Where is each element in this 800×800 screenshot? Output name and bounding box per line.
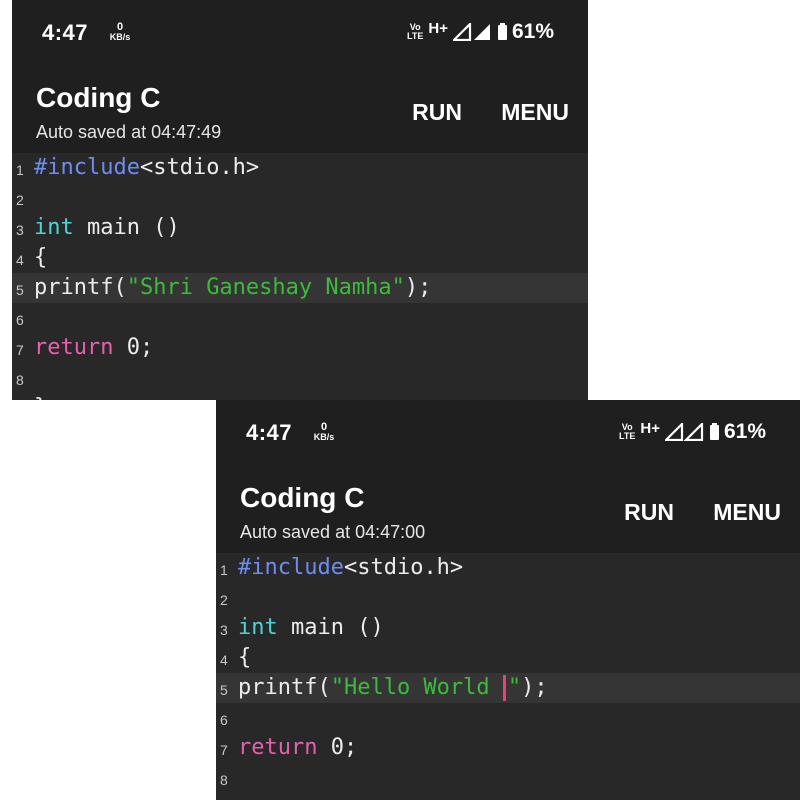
code-line[interactable]: 4 { — [12, 243, 588, 273]
run-button[interactable]: RUN — [412, 99, 462, 126]
line-number: 4 — [16, 252, 24, 268]
preprocessor-directive: #include — [34, 155, 140, 180]
network-speed-unit: KB/s — [109, 32, 131, 42]
status-bar: 4:47 0 KB/s Vo LTE H+ 61% — [12, 0, 588, 75]
app-title: Coding C — [240, 482, 365, 513]
text-cursor — [502, 675, 506, 701]
run-button[interactable]: RUN — [624, 499, 674, 526]
line-number: 5 — [16, 282, 24, 298]
network-speed-value: 0 — [116, 21, 124, 33]
status-time: 4:47 — [42, 20, 89, 45]
line-number: 3 — [220, 622, 228, 638]
type-keyword: int — [34, 215, 74, 240]
code-line[interactable]: 2 — [12, 183, 588, 213]
screenshot-top: 4:47 0 KB/s Vo LTE H+ 61% Coding C Auto s… — [12, 0, 588, 400]
return-value: 0; — [317, 735, 358, 760]
autosave-status: Auto saved at 04:47:00 — [240, 522, 426, 542]
battery-icon — [709, 422, 719, 440]
function-call: printf( — [238, 675, 331, 700]
line-number: 1 — [220, 562, 228, 578]
signal-icon — [664, 423, 705, 441]
close-brace: } — [34, 393, 47, 400]
network-speed: 0 KB/s — [310, 421, 338, 443]
signal-icon — [452, 23, 493, 41]
line-number: 1 — [16, 162, 24, 178]
line-number: 7 — [16, 342, 24, 358]
code-editor[interactable]: 1 #include<stdio.h> 2 3 int main () 4 { … — [12, 153, 588, 400]
status-time: 4:47 — [246, 420, 293, 445]
open-brace: { — [238, 645, 252, 670]
code-line[interactable]: 1 #include<stdio.h> — [216, 553, 800, 583]
code-line-current[interactable]: 5 printf("Hello World "); — [216, 673, 800, 703]
screenshot-bottom: 4:47 0 KB/s Vo LTE H+ 61% Coding C Auto s… — [216, 400, 800, 800]
code-line[interactable]: 3 int main () — [12, 213, 588, 243]
code-line[interactable]: } — [12, 393, 588, 400]
string-literal-start: "Hello World — [330, 675, 503, 700]
return-keyword: return — [238, 735, 318, 760]
code-line[interactable]: 7 return 0; — [12, 333, 588, 363]
battery-percent: 61% — [511, 20, 554, 43]
code-line[interactable]: 6 — [216, 703, 800, 733]
statement-end: ); — [404, 275, 432, 300]
type-keyword: int — [238, 615, 278, 640]
network-speed-value: 0 — [320, 421, 328, 433]
function-signature: main () — [277, 615, 384, 640]
volte-icon: Vo LTE — [619, 422, 636, 441]
return-keyword: return — [34, 335, 114, 360]
return-value: 0; — [113, 335, 154, 360]
code-line[interactable]: 7 return 0; — [216, 733, 800, 763]
line-number: 8 — [16, 372, 24, 388]
function-signature: main () — [73, 215, 180, 240]
autosave-status: Auto saved at 04:47:49 — [36, 122, 222, 142]
line-number: 8 — [220, 772, 228, 788]
app-bar: Coding C Auto saved at 04:47:49 RUN MENU — [12, 75, 588, 153]
battery-icon — [497, 22, 507, 40]
string-literal-end: " — [507, 675, 522, 700]
network-speed-unit: KB/s — [313, 432, 335, 442]
code-line[interactable]: 4 { — [216, 643, 800, 673]
line-number: 6 — [16, 312, 24, 328]
line-number: 4 — [220, 652, 228, 668]
app-bar: Coding C Auto saved at 04:47:00 RUN MENU — [216, 475, 800, 553]
status-icons: Vo LTE H+ 61% — [619, 420, 766, 444]
line-number: 3 — [16, 222, 24, 238]
preprocessor-directive: #include — [238, 555, 344, 580]
network-type: H+ — [640, 419, 660, 437]
string-literal: "Shri Ganeshay Namha" — [126, 275, 405, 300]
line-number: 5 — [220, 682, 228, 698]
code-line[interactable]: 8 — [12, 363, 588, 393]
line-number: 6 — [220, 712, 228, 728]
header-name: <stdio.h> — [139, 155, 260, 180]
status-icons: Vo LTE H+ 61% — [407, 20, 554, 44]
battery-percent: 61% — [723, 420, 766, 443]
code-editor[interactable]: 1 #include<stdio.h> 2 3 int main () 4 { … — [216, 553, 800, 800]
line-number: 2 — [220, 592, 228, 608]
menu-button[interactable]: MENU — [501, 99, 569, 126]
network-type: H+ — [428, 19, 448, 37]
code-line[interactable]: 6 — [12, 303, 588, 333]
open-brace: { — [34, 245, 48, 270]
header-name: <stdio.h> — [343, 555, 464, 580]
code-line[interactable]: 8 — [216, 763, 800, 793]
code-line[interactable]: 2 — [216, 583, 800, 613]
code-line[interactable]: 1 #include<stdio.h> — [12, 153, 588, 183]
line-number: 7 — [220, 742, 228, 758]
menu-button[interactable]: MENU — [713, 499, 781, 526]
network-speed: 0 KB/s — [106, 21, 134, 43]
statement-end: ); — [521, 675, 548, 700]
code-line[interactable]: 3 int main () — [216, 613, 800, 643]
status-bar: 4:47 0 KB/s Vo LTE H+ 61% — [216, 400, 800, 475]
function-call: printf( — [34, 275, 127, 300]
line-number: 2 — [16, 192, 24, 208]
volte-icon: Vo LTE — [407, 22, 424, 41]
code-line-current[interactable]: 5 printf("Shri Ganeshay Namha"); — [12, 273, 588, 303]
app-title: Coding C — [36, 82, 161, 113]
